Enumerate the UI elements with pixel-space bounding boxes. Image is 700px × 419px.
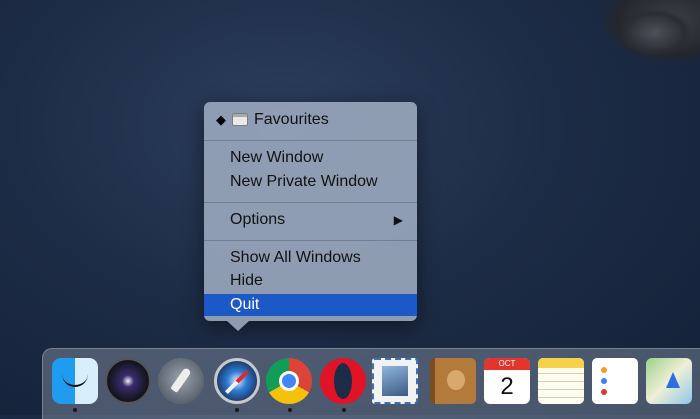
chrome-icon[interactable] — [266, 358, 312, 404]
notes-icon[interactable] — [538, 358, 584, 404]
contacts-icon[interactable] — [430, 358, 476, 404]
menu-separator — [204, 202, 417, 203]
menu-item-show-all-windows[interactable]: Show All Windows — [204, 247, 417, 269]
calendar-day: 2 — [500, 373, 514, 400]
menu-item-label: Quit — [230, 296, 260, 313]
menu-separator — [204, 240, 417, 241]
running-indicator — [73, 408, 77, 412]
menu-item-label: New Window — [230, 149, 324, 166]
active-diamond-icon: ◆ — [216, 112, 226, 127]
menu-item-label: Favourites — [254, 111, 329, 128]
menu-item-label: Hide — [230, 272, 263, 289]
calendar-month: OCT — [484, 358, 530, 370]
reminders-icon[interactable] — [592, 358, 638, 404]
mail-icon[interactable] — [372, 358, 418, 404]
menu-item-label: New Private Window — [230, 173, 378, 190]
menu-separator — [204, 140, 417, 141]
finder-icon[interactable] — [52, 358, 98, 404]
menu-item-label: Show All Windows — [230, 249, 361, 266]
rocks-decoration-highlight — [620, 10, 690, 55]
siri-icon[interactable] — [105, 358, 151, 404]
dock-context-menu: ◆ Favourites New Window New Private Wind… — [204, 102, 417, 321]
menu-item-quit[interactable]: Quit — [204, 294, 417, 316]
running-indicator — [288, 408, 292, 412]
menu-item-favourites[interactable]: ◆ Favourites — [204, 109, 417, 131]
menu-item-new-window[interactable]: New Window — [204, 147, 417, 169]
menu-item-new-private-window[interactable]: New Private Window — [204, 171, 417, 193]
menu-item-options[interactable]: Options ▶ — [204, 209, 417, 231]
launchpad-icon[interactable] — [158, 358, 204, 404]
menu-item-hide[interactable]: Hide — [204, 270, 417, 292]
running-indicator — [235, 408, 239, 412]
menu-pointer-arrow — [227, 321, 249, 331]
maps-icon[interactable] — [646, 358, 692, 404]
opera-icon[interactable] — [320, 358, 366, 404]
submenu-arrow-icon: ▶ — [393, 213, 403, 227]
window-icon — [232, 113, 248, 126]
running-indicator — [342, 408, 346, 412]
menu-item-label: Options — [230, 211, 286, 228]
safari-icon[interactable] — [214, 358, 260, 404]
calendar-icon[interactable]: OCT 2 — [484, 358, 530, 404]
